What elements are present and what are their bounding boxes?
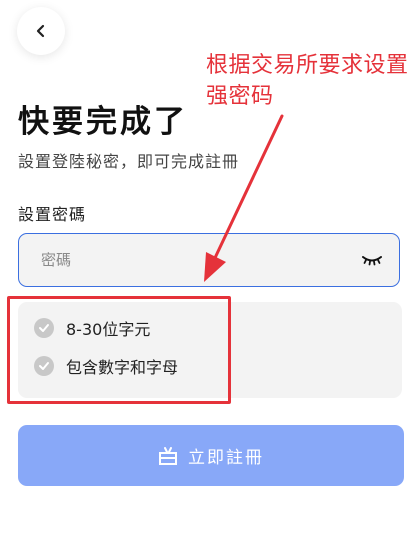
password-rules: 8-30位字元 包含數字和字母 xyxy=(18,302,402,398)
rule-text-charset: 包含數字和字母 xyxy=(66,358,179,377)
page-title: 快要完成了 xyxy=(18,104,188,140)
register-button[interactable]: 立即註冊 xyxy=(18,425,404,486)
password-input[interactable] xyxy=(19,233,345,287)
annotation-text: 根据交易所要求设置强密码 xyxy=(206,53,409,109)
register-button-label: 立即註冊 xyxy=(188,448,264,468)
password-visibility-toggle[interactable] xyxy=(345,234,399,286)
rule-text-length: 8-30位字元 xyxy=(66,320,151,339)
eye-closed-icon xyxy=(362,256,382,266)
check-circle-icon xyxy=(34,356,54,376)
gift-icon xyxy=(159,446,177,465)
page-subtitle: 設置登陸秘密，即可完成註冊 xyxy=(18,152,240,171)
check-circle-icon xyxy=(34,318,54,338)
password-field xyxy=(18,233,400,287)
chevron-left-icon xyxy=(36,24,45,38)
password-field-label: 設置密碼 xyxy=(18,205,87,224)
rule-item-length: 8-30位字元 xyxy=(34,316,150,340)
set-password-page: 快要完成了 設置登陸秘密，即可完成註冊 設置密碼 8-30位字元 包含數字和字母… xyxy=(0,0,420,539)
back-button[interactable] xyxy=(17,7,65,55)
rule-item-charset: 包含數字和字母 xyxy=(34,354,178,378)
